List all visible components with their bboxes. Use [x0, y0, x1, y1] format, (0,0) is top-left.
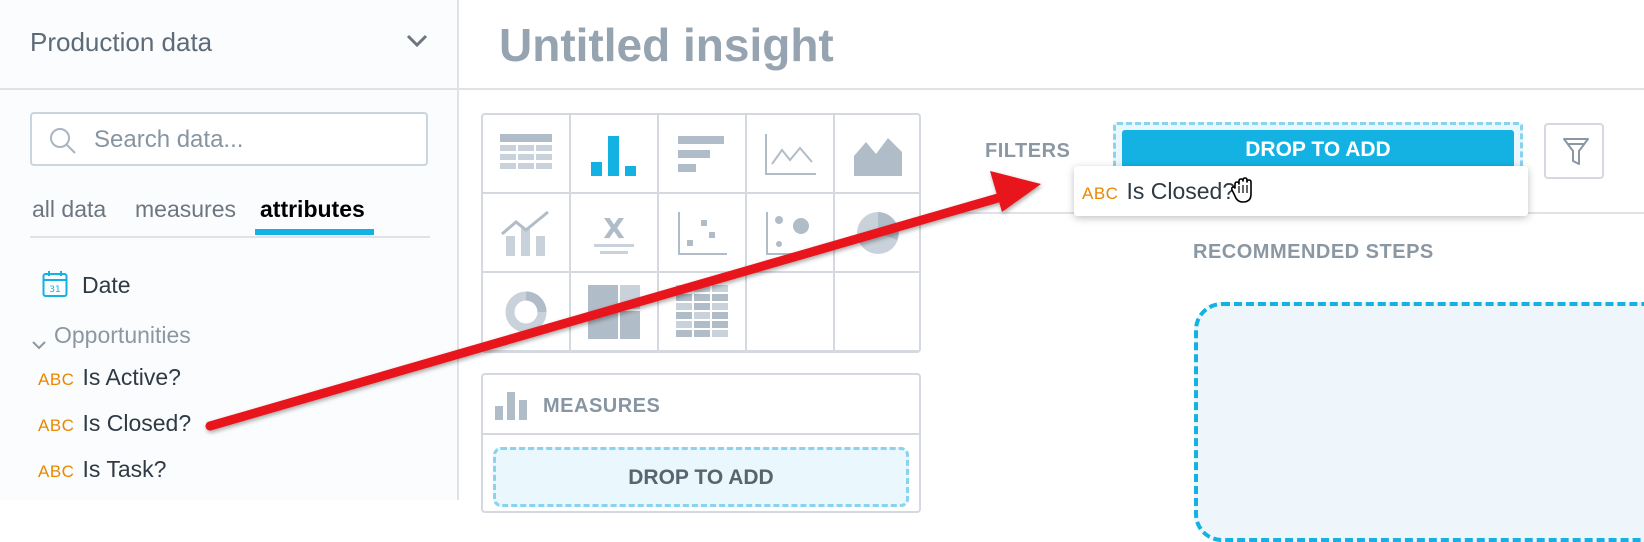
- measures-bars-icon: [495, 390, 527, 425]
- scatter-plot-icon: [678, 211, 727, 255]
- attribute-type-icon: ABC: [38, 370, 75, 389]
- line-chart-icon: [765, 133, 816, 175]
- viz-empty-cell: [747, 273, 835, 351]
- attribute-type-icon: ABC: [1082, 184, 1119, 203]
- headline-icon: X: [594, 212, 634, 254]
- viz-bar-chart-button[interactable]: [659, 115, 747, 194]
- calendar-icon: 31: [42, 270, 68, 304]
- active-tab-indicator: [255, 229, 374, 235]
- catalog-item-label: Is Active?: [82, 364, 181, 390]
- viz-combo-chart-button[interactable]: [483, 194, 571, 273]
- catalog-item-is-closed[interactable]: ABC Is Closed?: [38, 410, 191, 437]
- insight-title[interactable]: Untitled insight: [499, 18, 834, 72]
- attribute-type-icon: ABC: [38, 462, 75, 481]
- pie-chart-icon: [857, 211, 899, 254]
- column-chart-icon: [591, 135, 636, 176]
- recommended-steps-label: RECOMMENDED STEPS: [1193, 241, 1434, 263]
- svg-text:X: X: [603, 212, 625, 245]
- viz-pie-chart-button[interactable]: [835, 194, 919, 273]
- chevron-down-icon[interactable]: [406, 34, 428, 53]
- viz-bubble-chart-button[interactable]: [747, 194, 835, 273]
- insight-canvas-drop-zone[interactable]: [1194, 302, 1644, 542]
- bubble-chart-icon: [766, 211, 815, 255]
- viz-treemap-button[interactable]: [571, 273, 659, 351]
- search-box[interactable]: [30, 112, 428, 166]
- project-name: Production data: [30, 27, 213, 57]
- viz-donut-chart-button[interactable]: [483, 273, 571, 351]
- viz-line-chart-button[interactable]: [747, 115, 835, 194]
- drag-preview-label: Is Closed?: [1126, 178, 1236, 204]
- table-icon: [500, 133, 552, 169]
- tab-attributes[interactable]: attributes: [260, 196, 365, 223]
- treemap-icon: [588, 284, 640, 339]
- chevron-down-icon: [32, 330, 46, 357]
- area-chart-icon: [854, 137, 902, 176]
- drag-preview-chip[interactable]: ABC Is Closed?: [1074, 166, 1528, 216]
- svg-text:31: 31: [49, 285, 60, 295]
- catalog-item-label: Is Task?: [82, 456, 167, 482]
- grab-cursor-icon: [1230, 176, 1255, 210]
- measures-bucket-title: MEASURES: [543, 395, 661, 417]
- heatmap-icon: [676, 284, 728, 337]
- project-picker[interactable]: Production data: [0, 0, 457, 90]
- filters-label: FILTERS: [985, 140, 1071, 162]
- catalog-item-is-task[interactable]: ABC Is Task?: [38, 456, 166, 483]
- filter-drop-target[interactable]: DROP TO ADD: [1122, 130, 1514, 170]
- search-input[interactable]: [92, 124, 416, 156]
- catalog-item-label: Date: [82, 272, 131, 298]
- catalog-item-label: Is Closed?: [82, 410, 192, 436]
- attribute-type-icon: ABC: [38, 416, 75, 435]
- measures-drop-zone[interactable]: DROP TO ADD: [493, 447, 909, 507]
- viz-scatter-plot-button[interactable]: [659, 194, 747, 273]
- donut-chart-icon: [505, 291, 547, 332]
- measures-bucket-header: MEASURES: [483, 375, 919, 435]
- search-icon: [48, 126, 78, 161]
- group-label: Opportunities: [54, 322, 191, 348]
- combo-chart-icon: [501, 210, 549, 256]
- viz-empty-cell: [835, 273, 919, 351]
- add-filter-button[interactable]: [1544, 123, 1604, 179]
- data-catalog-sidebar: Production data all data measures attrib…: [0, 0, 459, 500]
- insight-header: Untitled insight: [459, 0, 1644, 90]
- tab-all-data[interactable]: all data: [32, 196, 106, 223]
- catalog-tabs: all data measures attributes: [30, 196, 430, 238]
- viz-column-chart-button[interactable]: [571, 115, 659, 194]
- visualization-picker: X: [481, 113, 921, 353]
- tab-measures[interactable]: measures: [135, 196, 236, 223]
- bar-chart-icon: [678, 135, 724, 172]
- viz-headline-button[interactable]: X: [571, 194, 659, 273]
- viz-heatmap-button[interactable]: [659, 273, 747, 351]
- viz-area-chart-button[interactable]: [835, 115, 919, 194]
- catalog-item-is-active[interactable]: ABC Is Active?: [38, 364, 181, 391]
- drop-zone-label: DROP TO ADD: [628, 466, 774, 489]
- funnel-icon: [1563, 138, 1589, 165]
- viz-table-button[interactable]: [483, 115, 571, 194]
- measures-bucket: MEASURES DROP TO ADD: [481, 373, 921, 513]
